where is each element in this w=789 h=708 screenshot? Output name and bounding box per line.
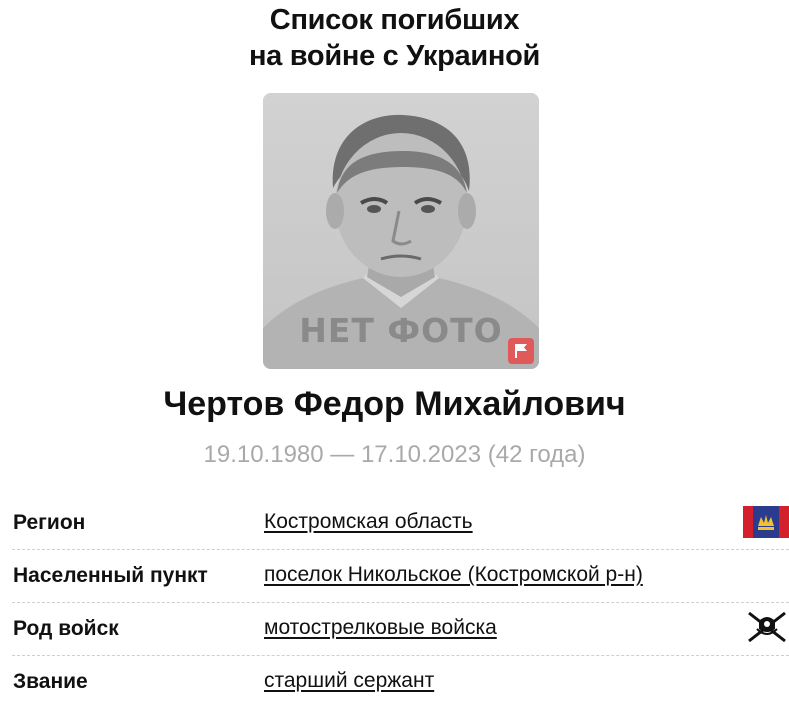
- details-label: Регион: [13, 511, 86, 534]
- details-label: Населенный пункт: [13, 564, 208, 587]
- details-label: Род войск: [13, 617, 119, 640]
- page-title-line-1: Список погибших: [269, 4, 520, 36]
- person-photo-placeholder: НЕТ ФОТО: [263, 93, 539, 369]
- flag-icon: [515, 344, 527, 358]
- region-link[interactable]: Костромская область: [264, 508, 473, 536]
- details-row-rank: Звание старший сержант: [12, 656, 789, 708]
- person-dates: 19.10.1980 — 17.10.2023 (42 года): [203, 441, 586, 468]
- details-row-region: Регион Костромская область: [12, 497, 789, 550]
- person-name: Чертов Федор Михайлович: [163, 385, 626, 423]
- page-title: Список погибших на войне с Украиной: [0, 2, 789, 74]
- details-table: Регион Костромская область Населенный пу…: [12, 497, 789, 708]
- page-title-line-2: на войне с Украиной: [248, 40, 541, 72]
- report-flag-button[interactable]: [508, 338, 534, 364]
- details-label: Звание: [13, 670, 88, 693]
- motor-rifle-emblem-icon: [745, 609, 789, 650]
- details-row-settlement: Населенный пункт поселок Никольское (Кос…: [12, 550, 789, 603]
- details-row-branch: Род войск мотострелковые войска: [12, 603, 789, 656]
- military-branch-link[interactable]: мотострелковые войска: [264, 614, 497, 642]
- settlement-link[interactable]: поселок Никольское (Костромской р-н): [264, 561, 643, 589]
- no-photo-label: НЕТ ФОТО: [299, 311, 503, 350]
- region-flag-icon: [743, 506, 789, 543]
- rank-link[interactable]: старший сержант: [264, 667, 434, 695]
